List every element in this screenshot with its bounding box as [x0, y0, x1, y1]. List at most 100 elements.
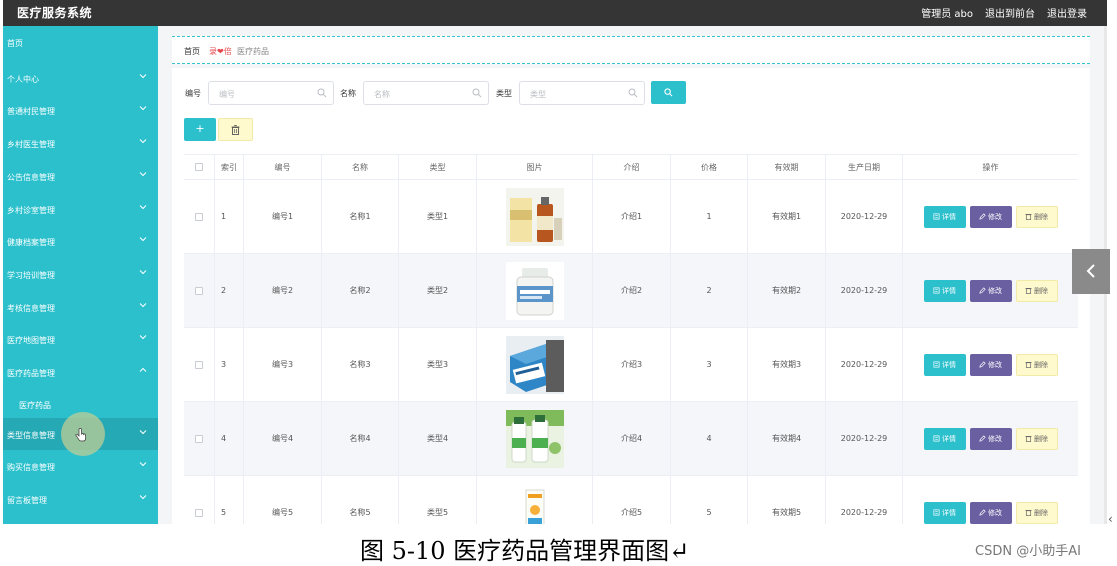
sidebar-item-label: 学习培训管理 [7, 271, 55, 280]
table-header: 索引 编号 名称 类型 图片 介绍 价格 有效期 生产日期 操作 [184, 154, 1078, 180]
delete-button[interactable]: 删除 [1015, 501, 1058, 524]
delete-button[interactable]: 删除 [1015, 427, 1058, 450]
breadcrumb-current: 医疗药品 [237, 47, 269, 56]
sidebar-item[interactable]: 留言板管理 [3, 483, 158, 515]
checkbox-cell [184, 402, 214, 475]
sidebar-item[interactable]: 乡村诊室管理 [3, 193, 158, 225]
cell-date: 2020-12-29 [825, 180, 902, 253]
chevron-down-icon [139, 205, 147, 210]
exit-to-front-link[interactable]: 退出到前台 [985, 5, 1035, 20]
cell-name: 名称1 [321, 180, 398, 253]
search-icon [628, 88, 638, 98]
search-label-name: 名称 [340, 89, 356, 98]
cell-code: 编号5 [243, 476, 321, 524]
column-header: 名称 [321, 155, 398, 179]
delete-button-label: 删除 [1034, 212, 1048, 221]
chevron-down-icon [139, 270, 147, 275]
column-header: 编号 [243, 155, 321, 179]
edit-button[interactable]: 修改 [969, 205, 1012, 228]
add-button[interactable]: + [184, 118, 216, 141]
sidebar-item[interactable]: 普通村民管理 [3, 94, 158, 126]
detail-icon [933, 361, 940, 368]
column-header: 操作 [902, 155, 1078, 179]
cell-type: 类型1 [398, 180, 476, 253]
edit-button-label: 修改 [988, 434, 1002, 443]
column-header: 介绍 [592, 155, 670, 179]
sidebar-item[interactable]: 医疗药品管理 [3, 356, 158, 388]
row-checkbox[interactable] [195, 360, 203, 369]
cell-index: 4 [214, 402, 243, 475]
chevron-left-icon [1086, 264, 1095, 278]
row-checkbox[interactable] [195, 434, 203, 443]
edit-button[interactable]: 修改 [969, 501, 1012, 524]
cell-price: 4 [670, 402, 747, 475]
detail-button[interactable]: 详情 [923, 501, 966, 524]
cell-price: 5 [670, 476, 747, 524]
sidebar-item-label: 乡村医生管理 [7, 140, 55, 149]
sidebar-item[interactable]: 医疗地图管理 [3, 323, 158, 355]
row-checkbox[interactable] [195, 508, 203, 517]
table-row: 1 编号1 名称1 类型1 介绍1 1 有效期1 2020-12-29 详情 修改 删除 [184, 180, 1078, 254]
sidebar-item[interactable]: 首页 [3, 26, 158, 58]
detail-button-label: 详情 [942, 212, 956, 221]
cell-image [476, 476, 592, 524]
sidebar-item-label: 留言板管理 [7, 496, 47, 505]
detail-button[interactable]: 详情 [923, 279, 966, 302]
chevron-down-icon [139, 495, 147, 500]
cell-validity: 有效期2 [747, 254, 825, 327]
row-checkbox[interactable] [195, 286, 203, 295]
sidebar-item[interactable]: 公告信息管理 [3, 160, 158, 192]
cell-actions: 详情 修改 删除 [902, 180, 1078, 253]
sidebar-item[interactable]: 个人中心 [3, 62, 158, 94]
detail-button[interactable]: 详情 [923, 353, 966, 376]
edit-button-label: 修改 [988, 286, 1002, 295]
column-header: 有效期 [747, 155, 825, 179]
delete-button[interactable]: 删除 [1015, 205, 1058, 228]
delete-button[interactable]: 删除 [1015, 353, 1058, 376]
pencil-icon [979, 361, 986, 368]
search-input-name[interactable]: 名称 [363, 81, 489, 105]
pencil-icon [979, 213, 986, 220]
cell-date: 2020-12-29 [825, 328, 902, 401]
sidebar-item[interactable]: 学习培训管理 [3, 258, 158, 290]
detail-icon [933, 213, 940, 220]
select-all-checkbox[interactable] [195, 163, 203, 171]
logout-link[interactable]: 退出登录 [1047, 5, 1087, 20]
sidebar-item[interactable]: 健康档案管理 [3, 225, 158, 257]
bulk-delete-button[interactable] [218, 118, 253, 141]
search-input-code[interactable]: 编号 [208, 81, 334, 105]
pencil-icon [979, 287, 986, 294]
collapse-panel-button[interactable] [1072, 249, 1110, 294]
cell-price: 2 [670, 254, 747, 327]
trash-icon [1025, 214, 1032, 220]
sidebar-item[interactable]: 考核信息管理 [3, 291, 158, 323]
trash-icon [1025, 436, 1032, 442]
search-input-type[interactable]: 类型 [519, 81, 645, 105]
search-button[interactable] [651, 81, 686, 104]
sidebar-item[interactable]: 乡村医生管理 [3, 127, 158, 159]
delete-button-label: 删除 [1034, 360, 1048, 369]
cell-validity: 有效期4 [747, 402, 825, 475]
edit-button[interactable]: 修改 [969, 279, 1012, 302]
cell-image [476, 180, 592, 253]
row-actions: 详情 修改 删除 [923, 501, 1058, 524]
breadcrumb-home[interactable]: 首页 [184, 46, 200, 57]
table-row: 2 编号2 名称2 类型2 介绍2 2 有效期2 2020-12-29 详情 修改 删除 [184, 254, 1078, 328]
delete-button[interactable]: 删除 [1015, 279, 1058, 302]
figure-caption: 图 5-10 医疗药品管理界面图↵ [360, 537, 690, 565]
edit-button[interactable]: 修改 [969, 353, 1012, 376]
detail-button-label: 详情 [942, 508, 956, 517]
main-content: 首页 录❤倍 医疗药品 编号 编号 名称 名称 类型 类型 + 索引 编号 名称 类型… [158, 26, 1104, 524]
admin-user-label: 管理员 abo [921, 9, 973, 20]
chevron-down-icon [139, 74, 147, 79]
table-row: 4 编号4 名称4 类型4 介绍4 4 有效期4 2020-12-29 详情 修改 删除 [184, 402, 1078, 476]
cell-image [476, 254, 592, 327]
cell-image [476, 328, 592, 401]
sidebar: 首页个人中心 普通村民管理乡村医生管理公告信息管理 乡村诊室管理 健康档案管理学习培训… [3, 26, 158, 524]
cell-actions: 详情 修改 删除 [902, 476, 1078, 524]
edit-button[interactable]: 修改 [969, 427, 1012, 450]
trash-icon [231, 125, 240, 135]
detail-button[interactable]: 详情 [923, 205, 966, 228]
detail-button[interactable]: 详情 [923, 427, 966, 450]
row-checkbox[interactable] [195, 212, 203, 221]
